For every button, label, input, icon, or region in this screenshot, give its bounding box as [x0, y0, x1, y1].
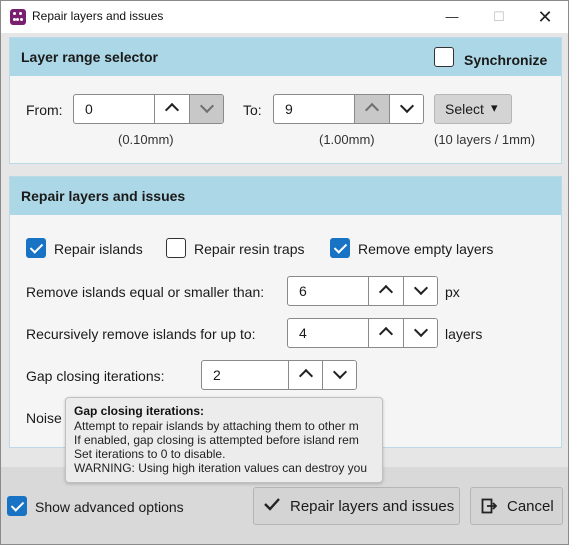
gap-closing-label: Gap closing iterations: [26, 368, 165, 384]
recursive-remove-stepper[interactable]: 4 [287, 318, 438, 348]
repair-resin-traps-label[interactable]: Repair resin traps [194, 241, 305, 257]
repair-islands-label[interactable]: Repair islands [54, 241, 143, 257]
chevron-down-icon [413, 322, 429, 338]
dialog-window: Repair layers and issues — ☐ ✕ Layer ran… [0, 0, 569, 545]
select-button-label: Select [445, 101, 484, 117]
minimize-button[interactable]: — [429, 1, 475, 33]
repair-resin-traps-checkbox[interactable] [166, 238, 186, 258]
gap-closing-decrement-button[interactable] [322, 361, 356, 389]
chevron-down-icon [399, 98, 415, 114]
chevron-up-icon [364, 102, 380, 118]
chevron-down-icon [332, 364, 348, 380]
remove-islands-value[interactable]: 6 [299, 283, 307, 299]
show-advanced-checkbox[interactable] [7, 496, 27, 516]
layer-range-heading: Layer range selector [21, 49, 158, 65]
chevron-up-icon [164, 102, 180, 118]
synchronize-checkbox[interactable] [434, 47, 454, 67]
repair-islands-checkbox[interactable] [26, 238, 46, 258]
gap-closing-tooltip: Gap closing iterations: Attempt to repai… [65, 397, 383, 483]
recursive-remove-value[interactable]: 4 [299, 325, 307, 341]
chevron-down-icon [413, 280, 429, 296]
tooltip-title: Gap closing iterations: [74, 404, 205, 418]
to-label: To: [243, 102, 262, 118]
cancel-button[interactable]: Cancel [470, 487, 563, 525]
from-hint: (0.10mm) [118, 132, 174, 147]
select-button[interactable]: Select ▾ [434, 94, 512, 124]
window-title: Repair layers and issues [32, 9, 164, 23]
to-increment-button[interactable] [354, 95, 390, 123]
recursive-remove-increment-button[interactable] [368, 319, 404, 347]
chevron-up-icon [298, 368, 314, 384]
from-value[interactable]: 0 [85, 101, 93, 117]
repair-layers-button-label: Repair layers and issues [290, 498, 455, 515]
repair-options-heading: Repair layers and issues [21, 188, 186, 204]
recursive-remove-decrement-button[interactable] [403, 319, 437, 347]
from-stepper[interactable]: 0 [73, 94, 224, 124]
remove-islands-decrement-button[interactable] [403, 277, 437, 305]
from-decrement-button[interactable] [189, 95, 223, 123]
layer-range-panel: Layer range selector Synchronize From: 0… [9, 37, 562, 164]
title-bar[interactable]: Repair layers and issues — ☐ ✕ [1, 1, 568, 33]
range-summary: (10 layers / 1mm) [434, 132, 536, 147]
to-value[interactable]: 9 [285, 101, 293, 117]
recursive-remove-label: Recursively remove islands for up to: [26, 326, 256, 342]
chevron-up-icon [378, 284, 394, 300]
chevron-down-icon [199, 98, 215, 114]
tooltip-line: If enabled, gap closing is attempted bef… [74, 433, 359, 447]
maximize-button[interactable]: ☐ [476, 1, 522, 33]
repair-options-header: Repair layers and issues [10, 177, 561, 215]
remove-islands-increment-button[interactable] [368, 277, 404, 305]
remove-empty-layers-label[interactable]: Remove empty layers [358, 241, 493, 257]
layer-range-header: Layer range selector Synchronize [10, 38, 561, 76]
checkmark-icon [264, 497, 280, 511]
tooltip-line: Set iterations to 0 to disable. [74, 447, 226, 461]
tooltip-line: WARNING: Using high iteration values can… [74, 461, 368, 475]
tooltip-line: Attempt to repair islands by attaching t… [74, 419, 359, 433]
gap-closing-stepper[interactable]: 2 [201, 360, 357, 390]
app-logo-icon [10, 9, 26, 25]
noise-label: Noise [26, 410, 62, 426]
synchronize-label: Synchronize [464, 52, 548, 68]
to-hint: (1.00mm) [319, 132, 375, 147]
remove-empty-layers-checkbox[interactable] [330, 238, 350, 258]
cancel-button-label: Cancel [507, 498, 554, 515]
gap-closing-increment-button[interactable] [288, 361, 324, 389]
from-label: From: [26, 102, 63, 118]
gap-closing-value[interactable]: 2 [213, 367, 221, 383]
show-advanced-label[interactable]: Show advanced options [35, 499, 184, 515]
remove-islands-unit: px [445, 284, 460, 300]
to-decrement-button[interactable] [389, 95, 423, 123]
recursive-remove-unit: layers [445, 326, 483, 342]
exit-icon [481, 498, 498, 514]
close-button[interactable]: ✕ [522, 1, 568, 33]
remove-islands-label: Remove islands equal or smaller than: [26, 284, 265, 300]
chevron-up-icon [378, 326, 394, 342]
dropdown-arrow-icon: ▾ [491, 100, 498, 115]
repair-layers-button[interactable]: Repair layers and issues [253, 487, 460, 525]
remove-islands-stepper[interactable]: 6 [287, 276, 438, 306]
to-stepper[interactable]: 9 [273, 94, 424, 124]
from-increment-button[interactable] [154, 95, 190, 123]
